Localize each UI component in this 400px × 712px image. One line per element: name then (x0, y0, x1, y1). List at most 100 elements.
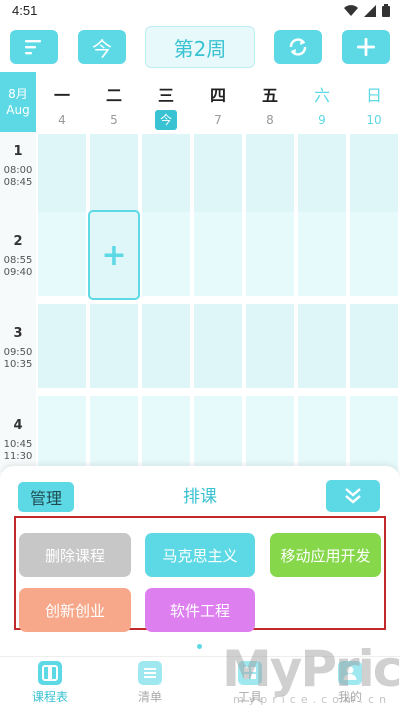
nav-timetable[interactable]: 课程表 (10, 661, 90, 705)
schedule-sheet: 管理 排课 删除课程 马克思主义 移动应用开发 创新创业 软件工程 (0, 466, 400, 656)
timetable-cell[interactable] (142, 212, 190, 296)
period-start: 08:00 (3, 165, 33, 176)
timetable-cell[interactable] (246, 212, 294, 296)
refresh-button[interactable] (274, 30, 322, 64)
top-toolbar: 今 第2周 (0, 22, 400, 72)
course-chip[interactable]: 创新创业 (19, 588, 131, 632)
menu-button[interactable] (10, 30, 58, 64)
weekday-label: 四 (209, 86, 226, 105)
period-start: 08:55 (3, 255, 33, 266)
status-bar: 4:51 (0, 0, 400, 22)
timetable-cell[interactable] (142, 304, 190, 388)
period-2: 2 08:55 09:40 (0, 234, 36, 279)
day-header-wed: 三 今 (140, 72, 192, 132)
day-header-mon: 一 4 (36, 72, 88, 132)
delete-course-chip[interactable]: 删除课程 (19, 533, 131, 577)
add-course-cell[interactable]: + (88, 210, 140, 300)
date-label: 8 (266, 113, 274, 127)
date-label: 4 (58, 113, 66, 127)
timetable-grid: + (36, 132, 400, 472)
period-end: 08:45 (3, 177, 33, 188)
period-number: 3 (13, 326, 23, 341)
nav-label: 清单 (137, 690, 162, 704)
watermark-url: myprice.com.cn (233, 693, 392, 706)
timetable-cell[interactable] (246, 396, 294, 472)
month-cn: 8月 (8, 87, 28, 101)
timetable-cell[interactable] (90, 304, 138, 388)
weekday-label: 二 (105, 86, 122, 105)
timetable-cell[interactable] (246, 304, 294, 388)
course-palette: 删除课程 马克思主义 移动应用开发 创新创业 软件工程 (14, 516, 386, 632)
date-label: 5 (110, 113, 118, 127)
period-number: 2 (13, 234, 23, 249)
period-end: 09:40 (3, 267, 33, 278)
weekday-label: 一 (53, 86, 70, 105)
period-4: 4 10:45 11:30 (0, 418, 36, 463)
timetable-cell[interactable] (142, 396, 190, 472)
battery-icon (382, 4, 390, 17)
course-chip[interactable]: 软件工程 (145, 588, 255, 632)
timetable-cell[interactable] (194, 134, 242, 218)
nav-label: 课程表 (31, 690, 68, 704)
watermark-logo: MyPrice (222, 640, 400, 698)
status-icons (344, 4, 390, 17)
timetable-cell[interactable] (142, 134, 190, 218)
timetable-cell[interactable] (350, 396, 398, 472)
week-title[interactable]: 第2周 (145, 26, 255, 68)
timetable-cell[interactable] (298, 134, 346, 218)
timetable-cell[interactable] (246, 134, 294, 218)
today-button[interactable]: 今 (78, 30, 126, 64)
refresh-icon (289, 38, 307, 56)
double-chevron-down-icon (345, 488, 361, 504)
period-number: 1 (13, 144, 23, 159)
timetable-cell[interactable] (38, 396, 86, 472)
date-label: 9 (318, 113, 326, 127)
period-end: 10:35 (3, 359, 33, 370)
sheet-title: 排课 (183, 487, 217, 507)
today-button-label: 今 (92, 36, 112, 61)
timetable-cell[interactable] (298, 212, 346, 296)
date-label: 7 (214, 113, 222, 127)
add-symbol: + (101, 237, 127, 273)
month-en: Aug (6, 103, 30, 117)
timetable-cell[interactable] (38, 304, 86, 388)
status-time: 4:51 (12, 3, 38, 18)
timetable-cell[interactable] (350, 134, 398, 218)
timetable-cell[interactable] (194, 396, 242, 472)
day-header-thu: 四 7 (192, 72, 244, 132)
period-column: 1 08:00 08:45 2 08:55 09:40 3 09:50 10:3… (0, 132, 36, 472)
nav-list[interactable]: 清单 (110, 661, 190, 705)
day-header-sat: 六 9 (296, 72, 348, 132)
course-chip[interactable]: 马克思主义 (145, 533, 255, 577)
collapse-button[interactable] (326, 480, 380, 512)
course-chip[interactable]: 移动应用开发 (270, 533, 381, 577)
timetable-cell[interactable] (350, 212, 398, 296)
timetable-cell[interactable] (90, 396, 138, 472)
timetable-cell[interactable] (38, 134, 86, 218)
weekday-label: 六 (313, 86, 330, 105)
weekday-label: 日 (365, 86, 382, 105)
timetable-cell[interactable] (194, 212, 242, 296)
period-1: 1 08:00 08:45 (0, 144, 36, 189)
manage-button[interactable]: 管理 (18, 482, 74, 512)
timetable-cell[interactable] (298, 396, 346, 472)
period-end: 11:30 (3, 451, 33, 462)
signal-icon (364, 4, 376, 17)
weekday-label: 三 (157, 86, 174, 105)
timetable-cell[interactable] (350, 304, 398, 388)
today-badge: 今 (155, 110, 177, 130)
period-start: 10:45 (3, 439, 33, 450)
add-course-button[interactable] (342, 30, 390, 64)
timetable-cell[interactable] (38, 212, 86, 296)
period-start: 09:50 (3, 347, 33, 358)
month-cell: 8月 Aug (0, 72, 36, 132)
day-header-sun: 日 10 (348, 72, 400, 132)
day-header-fri: 五 8 (244, 72, 296, 132)
period-3: 3 09:50 10:35 (0, 326, 36, 371)
timetable-cell[interactable] (90, 134, 138, 218)
date-label: 10 (366, 113, 382, 127)
timetable-cell[interactable] (194, 304, 242, 388)
timetable-cell[interactable] (298, 304, 346, 388)
list-icon (138, 661, 162, 685)
plus-icon (357, 38, 375, 56)
